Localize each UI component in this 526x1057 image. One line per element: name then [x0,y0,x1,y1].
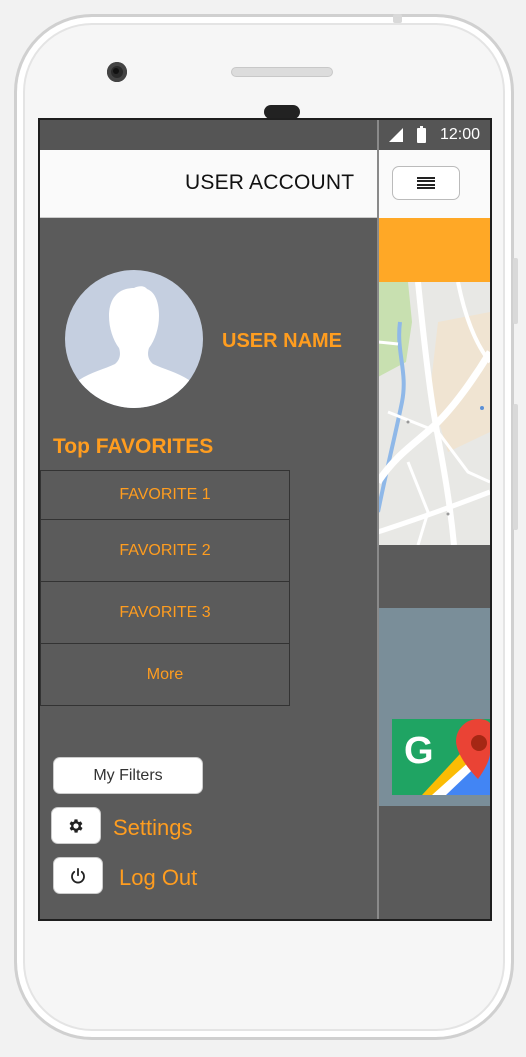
favorites-heading: Top FAVORITES [53,435,214,458]
settings-button[interactable] [51,807,101,844]
signal-icon [388,128,403,142]
menu-button[interactable] [392,166,460,200]
settings-label[interactable]: Settings [113,815,193,841]
drawer-title: USER ACCOUNT [185,171,355,194]
user-silhouette-icon [79,286,189,408]
power-side-button [513,258,518,324]
gear-icon [69,818,83,833]
favorites-more-item[interactable]: More [40,643,290,706]
power-icon [71,867,85,883]
my-filters-button[interactable]: My Filters [53,757,203,794]
phone-screen: 12:00 G USER ACCOUNT USER NAME Top FAVOR… [38,118,492,921]
svg-text:G: G [404,730,434,772]
drawer-divider [377,120,379,919]
volume-side-button [513,404,518,530]
favorites-list: FAVORITE 1 FAVORITE 2 FAVORITE 3 More [40,470,290,706]
navigation-drawer: USER ACCOUNT USER NAME Top FAVORITES FAV… [40,150,377,919]
status-bar: 12:00 [40,120,490,150]
status-time: 12:00 [439,126,480,143]
battery-icon [416,125,426,143]
top-notch-mark [393,14,402,23]
user-name: USER NAME [222,330,343,352]
content-band-dark [378,545,490,608]
logout-button[interactable] [53,857,103,894]
front-camera [107,62,127,82]
earpiece-speaker [231,67,333,77]
avatar[interactable] [65,270,203,408]
google-maps-icon: G [392,719,490,795]
content-band-slate [378,608,490,707]
favorite-item[interactable]: FAVORITE 1 [40,470,290,520]
logout-label[interactable]: Log Out [119,865,197,891]
drawer-header: USER ACCOUNT [40,150,377,218]
proximity-sensor [264,105,300,119]
favorite-item[interactable]: FAVORITE 2 [40,519,290,582]
favorite-item[interactable]: FAVORITE 3 [40,581,290,644]
map-view[interactable] [378,282,490,545]
app-header [378,150,490,218]
maps-app-tile[interactable]: G [378,707,490,806]
app-accent-banner [378,218,490,282]
hamburger-icon [417,177,435,189]
